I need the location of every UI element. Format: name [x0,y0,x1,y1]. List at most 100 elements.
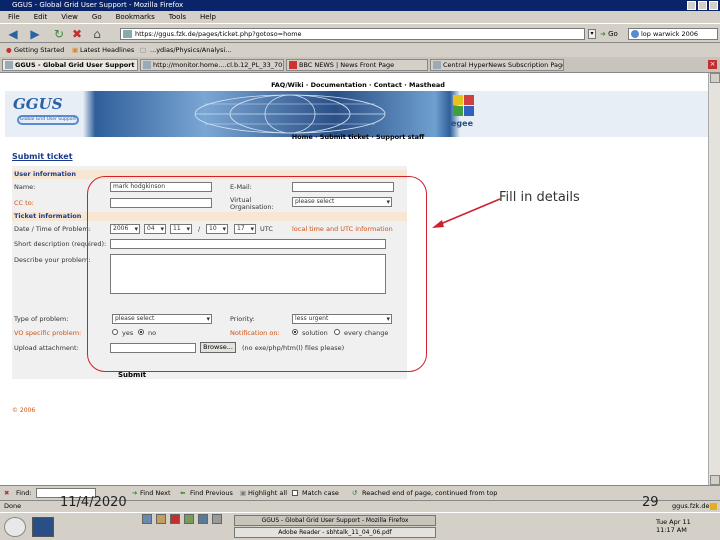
find-label: Find: [16,489,32,497]
tab-bar: GGUS - Global Grid User Support http://m… [0,57,720,73]
wrap-icon: ↺ [352,489,358,497]
taskbar: GGUS - Global Grid User Support - Mozill… [0,512,720,540]
quicklaunch-icon-4[interactable] [184,514,194,524]
tab-hypernews[interactable]: Central HyperNews Subscription Page [430,59,564,71]
top-links[interactable]: FAQ/Wiki · Documentation · Contact · Mas… [0,81,716,89]
vertical-scrollbar[interactable] [708,73,720,485]
ggus-banner: GGUS Global Grid User Support egee [5,91,715,137]
upload-label: Upload attachment: [14,344,79,352]
highlight-icon: ▣ [240,489,247,497]
menu-go[interactable]: Go [92,11,102,23]
back-icon[interactable]: ◀ [6,27,20,41]
tab-favicon-icon [433,61,441,69]
start-menu-icon[interactable] [4,517,26,537]
bookmark-latest-headlines[interactable]: Latest Headlines [80,43,134,57]
close-find-icon[interactable]: ✖ [4,486,9,500]
url-text: https://ggus.fzk.de/pages/ticket.php?got… [135,30,302,38]
quicklaunch-icon-6[interactable] [212,514,222,524]
tab-ggus[interactable]: GGUS - Global Grid User Support [2,59,138,71]
page-title[interactable]: Submit ticket [12,152,73,161]
close-tab-icon[interactable]: × [708,60,717,69]
bookmark-getting-started[interactable]: Getting Started [14,43,64,57]
maximize-button[interactable] [698,1,707,10]
slide-page-number: 29 [642,495,659,510]
slide-date: 11/4/2020 [60,495,127,510]
find-status: Reached end of page, continued from top [362,489,498,497]
menu-bookmarks[interactable]: Bookmarks [116,11,155,23]
forward-icon[interactable]: ▶ [28,27,42,41]
rss-icon: ▣ [72,46,79,54]
tab-favicon-icon [289,61,297,69]
quicklaunch-icon-2[interactable] [156,514,166,524]
annotation-text: Fill in details [499,190,580,205]
terminal-icon[interactable] [32,517,54,537]
search-input[interactable]: lop warwick 2006 [628,28,718,40]
reload-icon[interactable]: ↻ [52,27,66,41]
name-label: Name: [14,183,36,191]
sub-navigation[interactable]: Home · Submit ticket · Support staff [0,133,716,141]
tab-label: BBC NEWS | News Front Page [299,61,395,69]
search-text: lop warwick 2006 [641,30,699,38]
home-icon[interactable]: ⌂ [90,27,104,41]
menu-bar: File Edit View Go Bookmarks Tools Help [0,11,720,23]
highlight-oval [87,176,427,372]
url-input[interactable]: https://ggus.fzk.de/pages/ticket.php?got… [120,28,585,40]
status-text: Done [4,502,22,510]
vo-specific-label: VO specific problem: [14,329,82,337]
page-icon: ▢ [140,46,147,54]
menu-view[interactable]: View [61,11,78,23]
find-next-button[interactable]: Find Next [140,486,171,500]
submit-button[interactable]: Submit [118,371,146,379]
tab-favicon-icon [143,61,151,69]
quicklaunch-icon-5[interactable] [198,514,208,524]
window-title: GGUS - Global Grid User Support - Mozill… [12,1,184,9]
ggus-subtitle: Global Grid User Support [17,115,79,125]
minimize-button[interactable] [687,1,696,10]
tab-monitor[interactable]: http://monitor.home....cl.b.12_PL_33_70 [140,59,284,71]
cc-label: CC to: [14,199,34,207]
go-button[interactable]: ➜ Go [600,28,618,40]
match-case-checkbox[interactable] [292,490,298,496]
quicklaunch-icon-3[interactable] [170,514,180,524]
close-window-button[interactable] [709,1,718,10]
taskbar-firefox[interactable]: GGUS - Global Grid User Support - Mozill… [234,515,436,526]
copyright: © 2006 [12,407,36,414]
egee-text: egee [451,119,474,128]
go-arrow-icon: ➜ [600,30,606,38]
bookmark-icon: ● [6,46,12,54]
lock-icon [710,503,717,510]
status-site: ggus.fzk.de [672,502,710,510]
scroll-up-icon[interactable] [710,73,720,83]
search-engine-icon [631,30,639,38]
find-previous-icon: ⬅ [180,489,186,497]
match-case-label: Match case [302,489,339,497]
tab-label: Central HyperNews Subscription Page [443,61,564,69]
tab-label: GGUS - Global Grid User Support [15,61,135,69]
clock: Tue Apr 11 11:17 AM [656,518,691,534]
menu-tools[interactable]: Tools [169,11,186,23]
highlight-all-button[interactable]: Highlight all [248,486,287,500]
bookmarks-toolbar: ● Getting Started ▣ Latest Headlines ▢ .… [0,43,720,57]
site-favicon-icon [123,30,132,38]
type-label: Type of problem: [14,315,69,323]
find-previous-button[interactable]: Find Previous [190,486,233,500]
ggus-logo[interactable]: GGUS [13,95,63,113]
tab-favicon-icon [5,61,13,69]
find-next-icon: ➜ [132,489,138,497]
scroll-down-icon[interactable] [710,475,720,485]
url-dropdown-icon[interactable]: ▾ [588,29,596,39]
menu-file[interactable]: File [8,11,20,23]
clock-time: 11:17 AM [656,526,687,534]
menu-help[interactable]: Help [200,11,216,23]
describe-label: Describe your problem: [14,256,91,264]
go-label: Go [608,30,618,38]
quicklaunch-icon-1[interactable] [142,514,152,524]
bookmark-physics-analysis[interactable]: ...ydias/Physics/Analysi... [150,43,231,57]
date-label: Date / Time of Problem: [14,225,91,233]
taskbar-adobe[interactable]: Adobe Reader - sbhtalk_11_04_06.pdf [234,527,436,538]
annotation-arrow-icon [432,198,501,228]
stop-icon[interactable]: ✖ [70,27,84,41]
menu-edit[interactable]: Edit [34,11,48,23]
globe-grid-icon [194,94,386,134]
tab-bbc-news[interactable]: BBC NEWS | News Front Page [286,59,428,71]
